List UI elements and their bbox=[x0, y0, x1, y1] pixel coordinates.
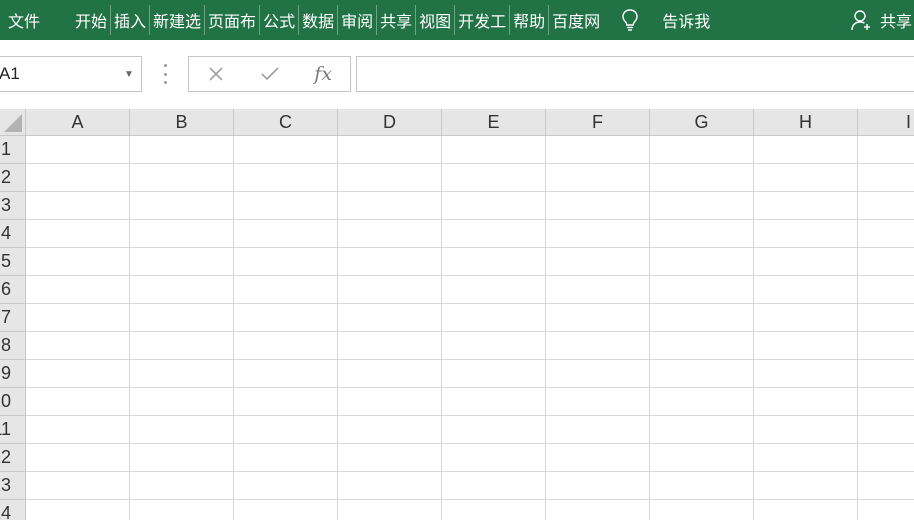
tab-share[interactable]: 共享 bbox=[377, 3, 415, 37]
column-label: D bbox=[383, 112, 396, 132]
tab-label: 新建选 bbox=[153, 12, 202, 31]
row-header-7[interactable]: 7 bbox=[0, 304, 25, 332]
tab-new-selection[interactable]: 新建选 bbox=[150, 3, 204, 37]
row-header-bar: 1 2 3 4 5 6 7 8 9 10 11 12 13 14 bbox=[0, 136, 26, 520]
cancel-icon-glyph bbox=[209, 67, 223, 81]
column-header-d[interactable]: D bbox=[338, 109, 442, 136]
tab-label: 帮助 bbox=[513, 12, 546, 31]
row-header-13[interactable]: 13 bbox=[0, 472, 25, 500]
select-all-triangle-icon bbox=[4, 114, 22, 132]
column-label: G bbox=[694, 112, 709, 132]
tab-label: 数据 bbox=[302, 12, 335, 31]
row-header-8[interactable]: 8 bbox=[0, 332, 25, 360]
column-header-g[interactable]: G bbox=[650, 109, 754, 136]
select-all-button[interactable] bbox=[0, 109, 26, 136]
tab-label: 开始 bbox=[75, 12, 108, 31]
lightbulb-icon[interactable] bbox=[619, 3, 641, 37]
row-label: 4 bbox=[0, 223, 11, 243]
tab-file[interactable]: 文件 bbox=[0, 3, 72, 37]
formula-input[interactable] bbox=[356, 56, 914, 92]
name-box[interactable]: A1 ▼ bbox=[0, 56, 142, 92]
ribbon-tab-bar: 文件 开始 插入 新建选 页面布 公式 数据 审阅 共享 视图 开发工 帮助 百… bbox=[0, 0, 914, 40]
drag-handle-icon[interactable] bbox=[162, 64, 168, 84]
tab-label: 文件 bbox=[8, 12, 41, 31]
column-header-f[interactable]: F bbox=[546, 109, 650, 136]
row-label: 3 bbox=[0, 195, 11, 215]
row-header-3[interactable]: 3 bbox=[0, 192, 25, 220]
formula-buttons: fx bbox=[188, 56, 351, 92]
row-label: 13 bbox=[0, 475, 11, 495]
share-button[interactable]: 共享 bbox=[850, 0, 912, 40]
row-label: 6 bbox=[0, 279, 11, 299]
worksheet-grid[interactable] bbox=[26, 136, 914, 520]
row-header-14[interactable]: 14 bbox=[0, 500, 25, 520]
enter-icon[interactable] bbox=[243, 57, 297, 91]
column-label: H bbox=[799, 112, 812, 132]
column-label: I bbox=[906, 112, 912, 132]
lightbulb-icon-glyph bbox=[622, 9, 638, 31]
tab-review[interactable]: 审阅 bbox=[338, 3, 376, 37]
row-label: 5 bbox=[0, 251, 11, 271]
cancel-icon[interactable] bbox=[189, 57, 243, 91]
row-label: 12 bbox=[0, 447, 11, 467]
tab-formulas[interactable]: 公式 bbox=[260, 3, 298, 37]
row-header-10[interactable]: 10 bbox=[0, 388, 25, 416]
tab-view[interactable]: 视图 bbox=[416, 3, 454, 37]
column-label: E bbox=[487, 112, 500, 132]
column-label: F bbox=[592, 112, 603, 132]
column-label: C bbox=[279, 112, 292, 132]
checkmark-icon-glyph bbox=[260, 67, 279, 81]
tab-label: 开发工 bbox=[458, 12, 507, 31]
row-label: 2 bbox=[0, 167, 11, 187]
row-header-4[interactable]: 4 bbox=[0, 220, 25, 248]
name-box-value: A1 bbox=[0, 64, 20, 83]
row-label: 14 bbox=[0, 503, 11, 520]
column-label: B bbox=[175, 112, 188, 132]
person-icon bbox=[851, 10, 870, 31]
column-header-e[interactable]: E bbox=[442, 109, 546, 136]
tab-page-layout[interactable]: 页面布 bbox=[205, 3, 259, 37]
tab-label: 共享 bbox=[380, 12, 413, 31]
row-header-6[interactable]: 6 bbox=[0, 276, 25, 304]
column-header-a[interactable]: A bbox=[26, 109, 130, 136]
tell-me-search[interactable]: 告诉我 bbox=[659, 3, 713, 37]
tab-developer[interactable]: 开发工 bbox=[455, 3, 509, 37]
column-header-i[interactable]: I bbox=[858, 109, 914, 136]
row-label: 7 bbox=[0, 307, 11, 327]
row-header-12[interactable]: 12 bbox=[0, 444, 25, 472]
row-header-2[interactable]: 2 bbox=[0, 164, 25, 192]
tab-baidu-netdisk[interactable]: 百度网 bbox=[549, 3, 603, 37]
tab-label: 百度网 bbox=[552, 12, 601, 31]
tab-insert[interactable]: 插入 bbox=[111, 3, 149, 37]
share-label: 共享 bbox=[880, 12, 913, 31]
row-header-5[interactable]: 5 bbox=[0, 248, 25, 276]
tab-label: 页面布 bbox=[208, 12, 257, 31]
tab-label: 审阅 bbox=[341, 12, 374, 31]
column-label: A bbox=[71, 112, 84, 132]
row-header-1[interactable]: 1 bbox=[0, 136, 25, 164]
row-header-11[interactable]: 11 bbox=[0, 416, 25, 444]
row-label: 10 bbox=[0, 391, 11, 411]
insert-function-label: fx bbox=[314, 63, 333, 85]
tab-home[interactable]: 开始 bbox=[72, 3, 110, 37]
column-header-b[interactable]: B bbox=[130, 109, 234, 136]
row-header-9[interactable]: 9 bbox=[0, 360, 25, 388]
row-label: 1 bbox=[0, 139, 11, 159]
column-header-h[interactable]: H bbox=[754, 109, 858, 136]
row-label: 11 bbox=[0, 419, 11, 439]
tab-label: 公式 bbox=[263, 12, 296, 31]
tell-me-label: 告诉我 bbox=[662, 12, 711, 31]
tab-label: 插入 bbox=[114, 12, 147, 31]
chevron-down-icon[interactable]: ▼ bbox=[117, 69, 141, 80]
tab-help[interactable]: 帮助 bbox=[510, 3, 548, 37]
tab-label: 视图 bbox=[419, 12, 452, 31]
column-header-c[interactable]: C bbox=[234, 109, 338, 136]
row-label: 8 bbox=[0, 335, 11, 355]
row-label: 9 bbox=[0, 363, 11, 383]
fx-icon[interactable]: fx bbox=[296, 57, 350, 91]
tab-data[interactable]: 数据 bbox=[299, 3, 337, 37]
